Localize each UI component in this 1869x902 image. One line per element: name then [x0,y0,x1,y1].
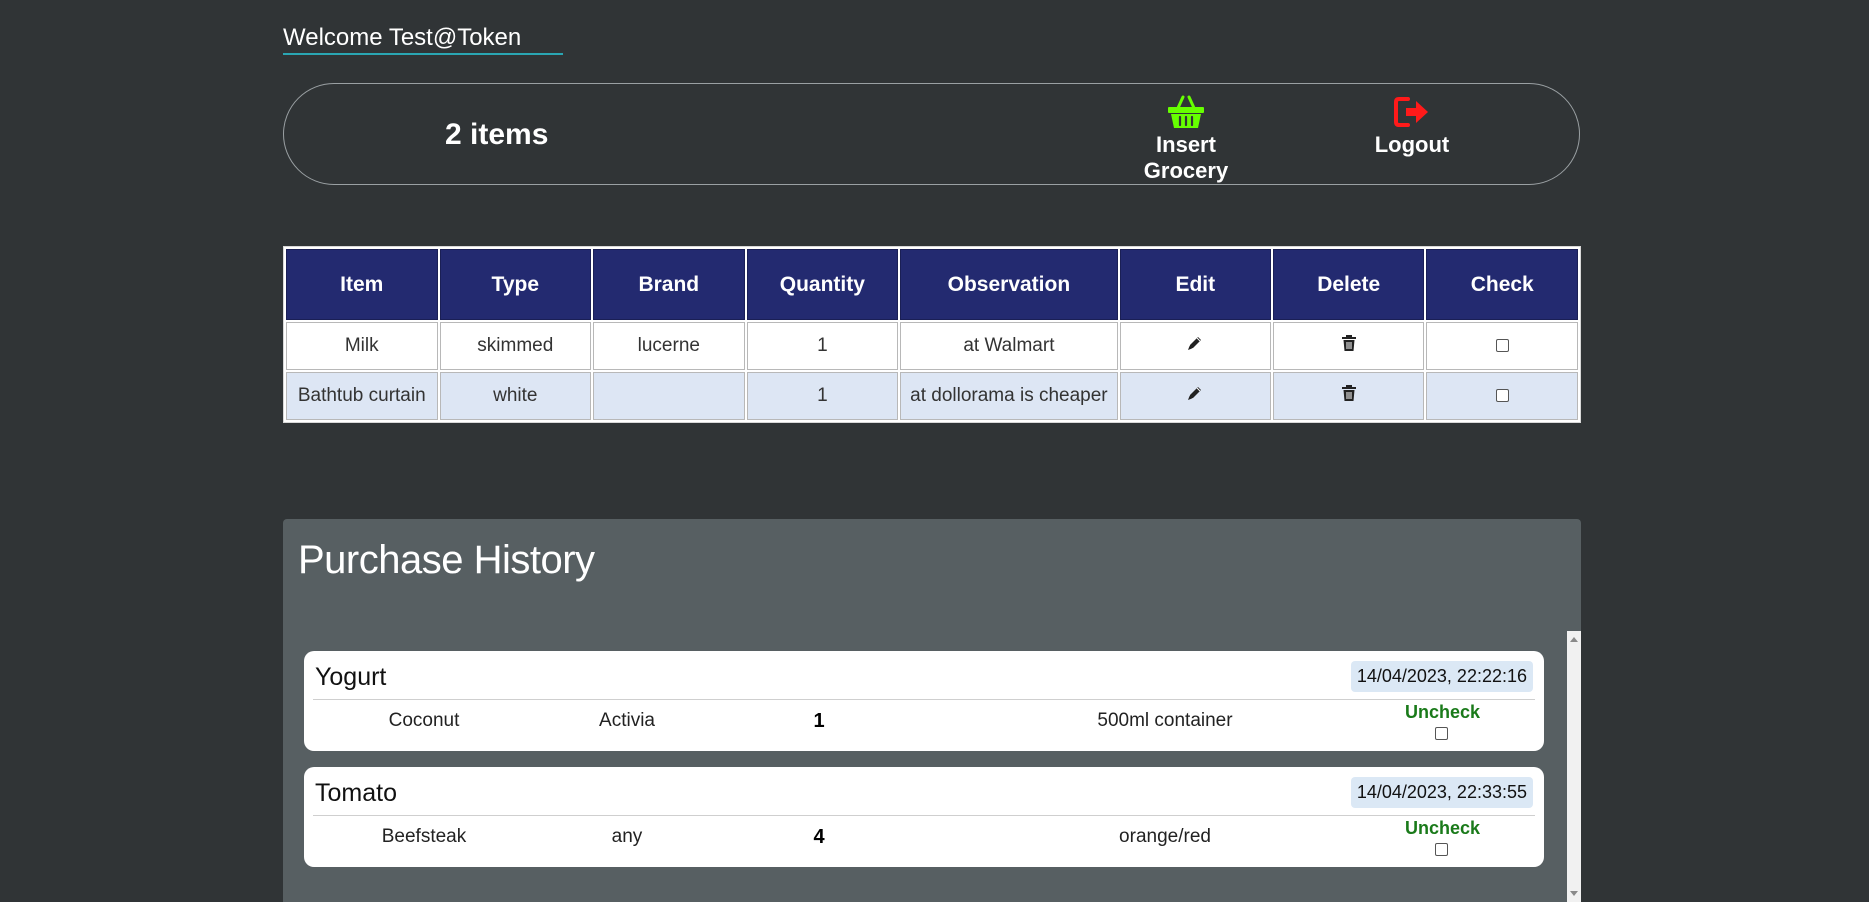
cell-check [1426,322,1578,370]
cell-quantity: 1 [746,372,899,420]
table-row: Milk skimmed lucerne 1 at Walmart [286,322,1578,370]
grocery-table: Item Type Brand Quantity Observation Edi… [283,246,1581,423]
history-type: Coconut [388,710,460,731]
history-quantity: 1 [813,710,825,732]
insert-grocery-label: Insert Grocery [1143,132,1229,183]
cell-item: Milk [286,322,438,370]
item-count: 2 items [445,118,549,151]
purchase-history-panel: Purchase History Yogurt 14/04/2023, 22:2… [283,519,1581,902]
trash-icon[interactable] [1341,334,1357,358]
history-item-name: Tomato [315,779,397,807]
history-type: Beefsteak [381,826,467,847]
uncheck-label: Uncheck [1405,702,1481,722]
cell-edit [1119,372,1271,420]
cell-observation: at Walmart [900,322,1118,370]
column-header-item: Item [286,249,438,320]
cell-quantity: 1 [746,322,899,370]
column-header-quantity: Quantity [746,249,899,320]
history-brand: any [611,826,643,847]
uncheck-control: Uncheck [1405,818,1481,857]
column-header-observation: Observation [900,249,1118,320]
top-bar: 2 items Insert Grocery Logout [283,83,1580,185]
table-row: Bathtub curtain white 1 at dollorama is … [286,372,1578,420]
logout-label: Logout [1374,132,1450,157]
basket-icon [1111,94,1261,130]
cell-brand [593,372,745,420]
history-brand: Activia [599,710,655,731]
purchase-history-title: Purchase History [298,538,595,582]
insert-grocery-button[interactable]: Insert Grocery [1111,94,1261,184]
history-observation: 500ml container [1097,710,1233,731]
cell-edit [1119,322,1271,370]
history-scrollbar[interactable] [1567,631,1581,902]
cell-delete [1272,372,1425,420]
uncheck-checkbox[interactable] [1434,842,1448,856]
column-header-check: Check [1426,249,1578,320]
column-header-edit: Edit [1119,249,1271,320]
trash-icon[interactable] [1341,384,1357,408]
uncheck-label: Uncheck [1405,818,1481,838]
uncheck-checkbox[interactable] [1434,726,1448,740]
cell-brand: lucerne [593,322,745,370]
table-header-row: Item Type Brand Quantity Observation Edi… [286,249,1578,320]
history-date-badge: 14/04/2023, 22:22:16 [1350,661,1533,692]
pencil-icon[interactable] [1186,334,1204,358]
divider [313,815,1535,816]
cell-type: skimmed [439,322,592,370]
scroll-down-arrow-icon[interactable] [1570,891,1578,896]
history-card: Yogurt 14/04/2023, 22:22:16 Coconut Acti… [304,651,1544,751]
cell-observation: at dollorama is cheaper [900,372,1118,420]
history-quantity: 4 [813,826,825,848]
history-date-badge: 14/04/2023, 22:33:55 [1350,777,1533,808]
column-header-type: Type [439,249,592,320]
cell-type: white [439,372,592,420]
cell-item: Bathtub curtain [286,372,438,420]
column-header-delete: Delete [1272,249,1425,320]
pencil-icon[interactable] [1186,384,1204,408]
cell-delete [1272,322,1425,370]
column-header-brand: Brand [593,249,745,320]
scroll-up-arrow-icon[interactable] [1570,637,1578,642]
uncheck-control: Uncheck [1405,702,1481,741]
check-checkbox[interactable] [1495,389,1509,403]
history-card: Tomato 14/04/2023, 22:33:55 Beefsteak an… [304,767,1544,867]
history-observation: orange/red [1119,826,1211,847]
welcome-text: Welcome Test@Token [283,24,563,55]
check-checkbox[interactable] [1495,339,1509,353]
logout-button[interactable]: Logout [1347,94,1477,158]
divider [313,699,1535,700]
cell-check [1426,372,1578,420]
history-item-name: Yogurt [315,663,387,691]
logout-icon [1347,94,1477,130]
